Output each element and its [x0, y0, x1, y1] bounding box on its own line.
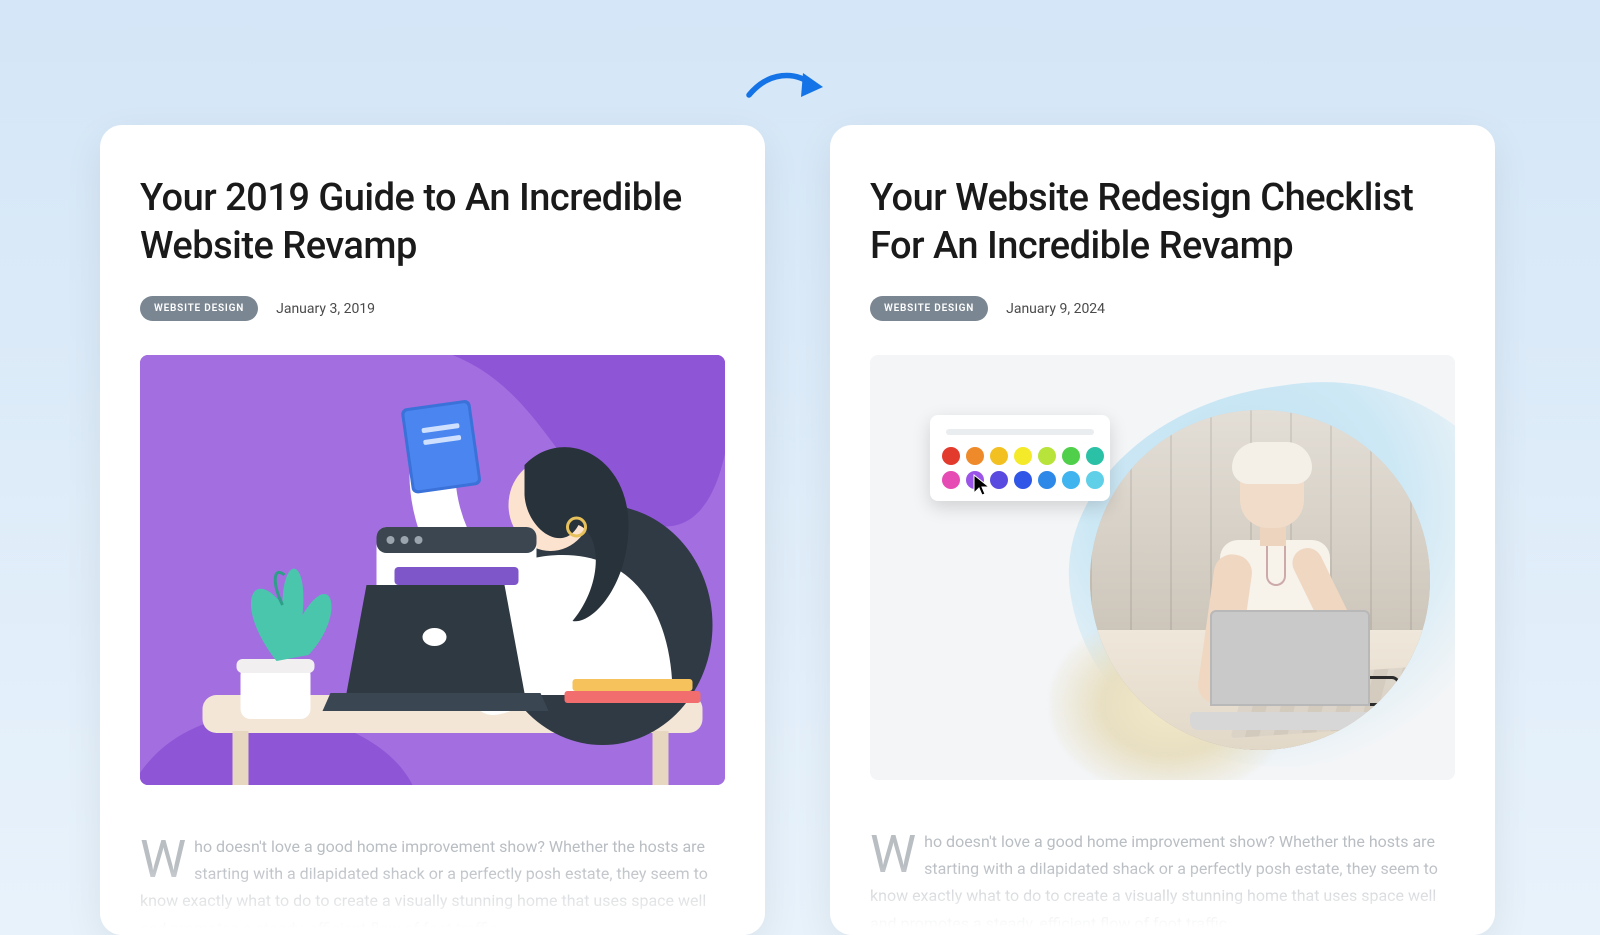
- transition-arrow-icon: [745, 65, 825, 105]
- article-card-after: Your Website Redesign Checklist For An I…: [830, 125, 1495, 935]
- article-title: Your 2019 Guide to An Incredible Website…: [140, 175, 725, 270]
- article-body: W ho doesn't love a good home improvemen…: [870, 828, 1455, 935]
- article-title: Your Website Redesign Checklist For An I…: [870, 175, 1455, 270]
- palette-color-dot[interactable]: [942, 471, 960, 489]
- publish-date: January 3, 2019: [276, 301, 375, 317]
- color-palette-panel: [930, 415, 1110, 501]
- dropcap: W: [870, 828, 924, 879]
- palette-color-dot[interactable]: [966, 447, 984, 465]
- palette-color-dot[interactable]: [990, 447, 1008, 465]
- article-meta: WEBSITE DESIGN January 9, 2024: [870, 296, 1455, 321]
- publish-date: January 9, 2024: [1006, 301, 1105, 317]
- hero-illustration: [140, 355, 725, 785]
- palette-color-dot[interactable]: [942, 447, 960, 465]
- dropcap: W: [140, 833, 194, 884]
- article-body-text: ho doesn't love a good home improvement …: [140, 837, 708, 935]
- hero-illustration: [870, 355, 1455, 780]
- article-body-text: ho doesn't love a good home improvement …: [870, 832, 1438, 933]
- palette-header-bar: [946, 429, 1094, 435]
- article-meta: WEBSITE DESIGN January 3, 2019: [140, 296, 725, 321]
- cursor-icon: [972, 473, 992, 497]
- palette-color-dot[interactable]: [1014, 471, 1032, 489]
- category-badge[interactable]: WEBSITE DESIGN: [870, 296, 988, 321]
- palette-color-dot[interactable]: [1062, 471, 1080, 489]
- hero-photo: [1090, 410, 1430, 750]
- palette-color-dot[interactable]: [1038, 471, 1056, 489]
- palette-grid: [942, 447, 1098, 489]
- palette-color-dot[interactable]: [1086, 471, 1104, 489]
- palette-color-dot[interactable]: [1014, 447, 1032, 465]
- palette-color-dot[interactable]: [1086, 447, 1104, 465]
- article-card-before: Your 2019 Guide to An Incredible Website…: [100, 125, 765, 935]
- palette-color-dot[interactable]: [990, 471, 1008, 489]
- palette-color-dot[interactable]: [1062, 447, 1080, 465]
- category-badge[interactable]: WEBSITE DESIGN: [140, 296, 258, 321]
- article-body: W ho doesn't love a good home improvemen…: [140, 833, 725, 935]
- palette-color-dot[interactable]: [1038, 447, 1056, 465]
